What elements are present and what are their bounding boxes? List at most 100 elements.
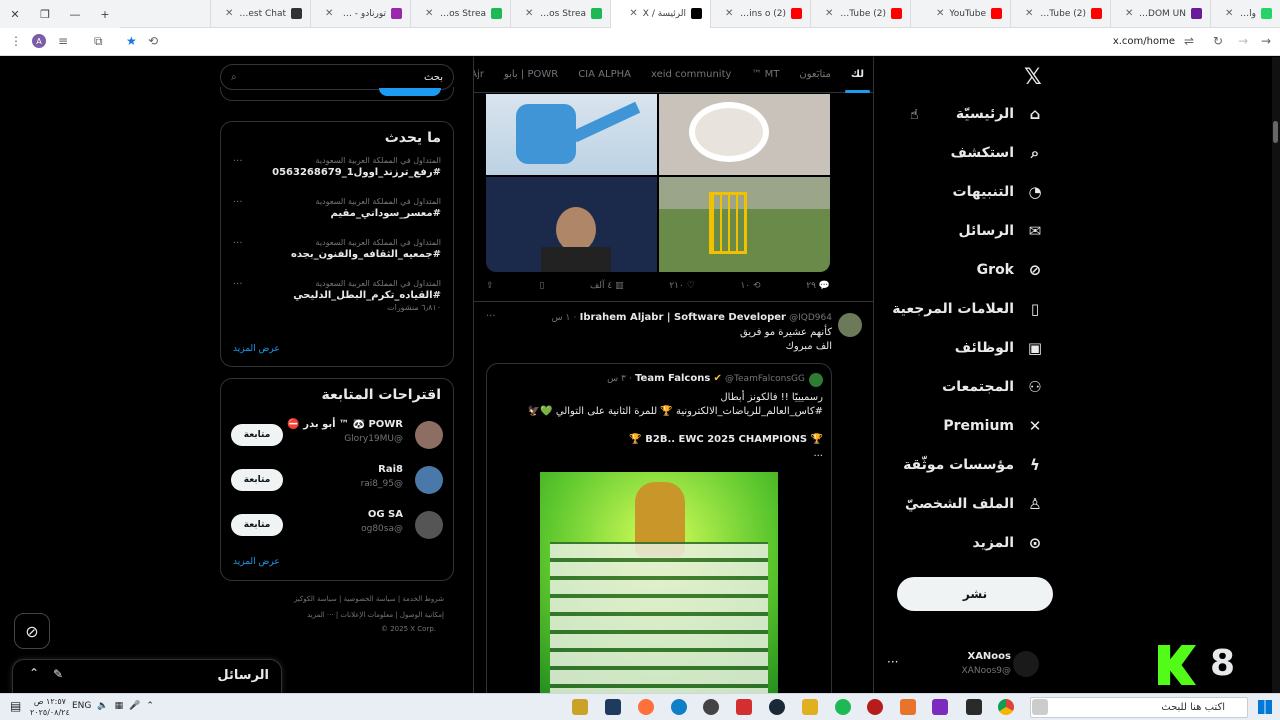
follow-button[interactable]: متابعة <box>231 514 283 536</box>
extensions-icon[interactable]: ⧉ <box>94 34 103 49</box>
nav-item-grok[interactable]: ⊘ Grok <box>977 261 1044 279</box>
messages-drawer[interactable]: الرسائل ✎ ⌃ <box>12 659 282 693</box>
follow-show-more[interactable]: عرض المزيد <box>233 557 280 567</box>
post-image-man[interactable] <box>486 177 657 272</box>
nav-item-bookmark[interactable]: ▯ العلامات المرجعية <box>892 300 1044 318</box>
new-message-icon[interactable]: ✎ <box>53 667 63 681</box>
app-icon[interactable] <box>605 699 621 715</box>
feed-tab[interactable]: MT ™ <box>741 57 789 93</box>
reload-icon[interactable]: ↻ <box>1213 34 1223 48</box>
trend-item[interactable]: المتداول في المملكة العربية السعودية #رفع… <box>233 156 441 178</box>
suggestion-name[interactable]: Rai8 <box>378 464 403 475</box>
feed-tab[interactable]: POWR | بابو <box>494 57 568 93</box>
follow-button[interactable]: متابعة <box>231 424 283 446</box>
tab-close-icon[interactable]: ✕ <box>1225 8 1233 19</box>
restore-window-icon[interactable]: ❐ <box>30 8 60 21</box>
footer-line2[interactable]: إمكانية الوصول | معلومات الإعلانات | ···… <box>256 611 444 619</box>
feed-tab[interactable]: Ajr <box>474 57 494 93</box>
tab-close-icon[interactable]: ✕ <box>725 8 733 19</box>
taskbar-search-input[interactable]: اكتب هنا للبحث <box>1030 697 1248 718</box>
menu-icon[interactable]: ⋮ <box>10 34 22 48</box>
nav-item-people[interactable]: ⚇ المجتمعات <box>942 378 1044 396</box>
bookmark-button[interactable]: ▯ <box>539 281 544 291</box>
browser-tab[interactable]: STARDOM UN ✕ <box>1110 0 1210 28</box>
tab-close-icon[interactable]: ✕ <box>825 8 833 19</box>
trend-item[interactable]: المتداول في المملكة العربية السعودية #الق… <box>233 279 441 312</box>
tray-lang[interactable]: ENG <box>72 701 91 711</box>
tab-close-icon[interactable]: ✕ <box>936 8 944 19</box>
follow-button[interactable]: متابعة <box>231 469 283 491</box>
app-icon[interactable] <box>703 699 719 715</box>
browser-tab[interactable]: تورنادو - شاهد ✕ <box>310 0 410 28</box>
trends-show-more[interactable]: عرض المزيد <box>233 344 280 354</box>
feed-tab[interactable]: متابَعون <box>789 57 841 93</box>
bookmark-star-icon[interactable]: ★ <box>126 34 137 48</box>
app-icon[interactable] <box>867 699 883 715</box>
trend-item[interactable]: المتداول في المملكة العربية السعودية #جمع… <box>233 238 441 260</box>
nav-item-user[interactable]: ♙ الملف الشخصيّ <box>905 495 1044 513</box>
author-handle[interactable]: @IQD964 <box>789 313 832 323</box>
suggestion-name[interactable]: OG SA <box>368 509 403 520</box>
network-icon[interactable]: ▦ <box>115 701 124 711</box>
firefox-icon[interactable] <box>638 699 654 715</box>
volume-icon[interactable]: 🔈 <box>97 701 108 711</box>
quoted-line2[interactable]: #كاس_العالم_للرياضات_الالكترونية 🏆 للمرة… <box>528 406 823 417</box>
profile-avatar[interactable]: A <box>32 34 46 48</box>
trend-more-icon[interactable]: ··· <box>233 156 243 167</box>
more-icon[interactable]: ··· <box>486 311 496 322</box>
browser-tab[interactable]: XANoos Strea ✕ <box>410 0 510 28</box>
like-button[interactable]: ♡ ٢١٠ <box>669 281 694 291</box>
tab-close-icon[interactable]: ✕ <box>1125 8 1133 19</box>
tab-close-icon[interactable]: ✕ <box>1025 8 1033 19</box>
repost-button[interactable]: ⟲ ١٠ <box>740 281 760 291</box>
browser-tab[interactable]: (2) YouTube ✕ <box>810 0 910 28</box>
minimize-window-icon[interactable]: — <box>60 8 90 21</box>
share-button[interactable]: ⇪ <box>486 281 494 291</box>
post-button[interactable]: نشر <box>897 577 1053 611</box>
more-dots-icon[interactable]: ··· <box>887 655 898 669</box>
app-icon[interactable] <box>572 699 588 715</box>
follow-suggestion[interactable]: OG SA @og80sa متابعة <box>231 509 443 549</box>
nav-item-home[interactable]: ⌂ الرئيسيّة <box>956 105 1044 123</box>
trend-more-icon[interactable]: ··· <box>233 238 243 249</box>
tweet[interactable]: Ibrahem Aljabr | Software Developer @IQD… <box>474 303 873 693</box>
nav-item-search[interactable]: ⌕ استكشف <box>951 144 1044 162</box>
feed-tab[interactable]: xeid community <box>641 57 741 93</box>
reply-button[interactable]: 💬 ٢٩ <box>806 281 830 291</box>
close-window-icon[interactable]: ✕ <box>0 8 30 21</box>
trend-item[interactable]: المتداول في المملكة العربية السعودية #معس… <box>233 197 441 219</box>
post-image-cup[interactable] <box>659 94 830 175</box>
steam-icon[interactable] <box>769 699 785 715</box>
author-name[interactable]: Ibrahem Aljabr | Software Developer <box>580 312 786 323</box>
app-icon[interactable] <box>802 699 818 715</box>
tab-close-icon[interactable]: ✕ <box>629 8 637 19</box>
nav-item-bell[interactable]: ◔ التنبيهات <box>953 183 1044 201</box>
playlist-icon[interactable]: ≡ <box>58 34 68 48</box>
nav-item-mail[interactable]: ✉ الرسائل <box>958 222 1044 240</box>
feed-tab[interactable]: لك <box>841 57 873 93</box>
views-button[interactable]: ▥ ٤ آلف <box>590 281 624 291</box>
page-scrollbar[interactable] <box>1272 57 1280 693</box>
avatar[interactable] <box>415 421 443 449</box>
task-view-icon[interactable] <box>1032 699 1048 715</box>
suggestion-name[interactable]: POWR 🐼 ™ أبو بدر ⛔ <box>287 419 403 430</box>
avatar[interactable] <box>415 511 443 539</box>
back-icon[interactable]: → <box>1261 34 1271 48</box>
browser-tab[interactable]: (2) YouTube ✕ <box>1010 0 1110 28</box>
tab-close-icon[interactable]: ✕ <box>325 8 333 19</box>
screenshot-icon[interactable]: ⟲ <box>148 34 158 48</box>
nav-item-briefcase[interactable]: ▣ الوظائف <box>955 339 1044 357</box>
tab-close-icon[interactable]: ✕ <box>225 8 233 19</box>
trend-more-icon[interactable]: ··· <box>233 197 243 208</box>
forward-icon[interactable]: → <box>1238 34 1248 48</box>
epic-games-icon[interactable] <box>966 699 982 715</box>
start-icon[interactable] <box>1258 700 1272 714</box>
notifications-icon[interactable]: ▤ <box>10 699 21 713</box>
browser-tab[interactable]: (2) The Rains o ✕ <box>710 0 810 28</box>
browser-tab[interactable]: الرئيسة / X ✕ <box>610 0 710 28</box>
footer-line1[interactable]: شروط الخدمة | سياسة الخصوصية | سياسة الك… <box>256 595 444 603</box>
chrome-icon[interactable] <box>998 699 1014 715</box>
trend-more-icon[interactable]: ··· <box>233 279 243 290</box>
tab-close-icon[interactable]: ✕ <box>425 8 433 19</box>
feed-tab[interactable]: CIA ALPHA <box>568 57 641 93</box>
